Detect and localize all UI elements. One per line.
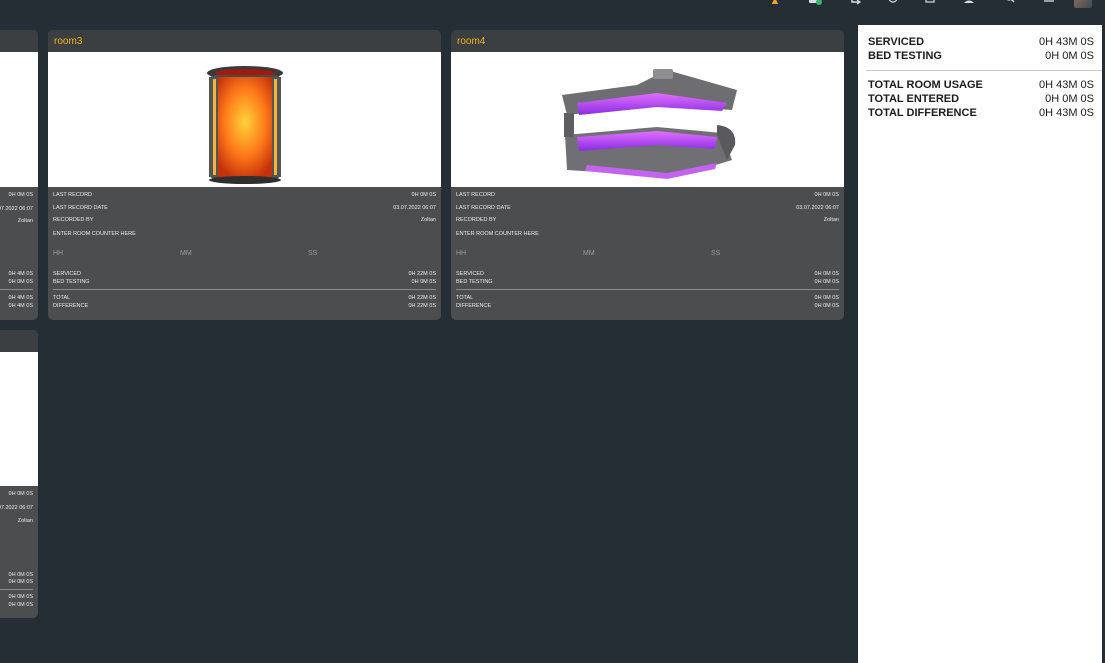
total-row: 0H 0M 0S: [8, 594, 33, 600]
calendar-icon[interactable]: [923, 0, 937, 6]
recorded-by-row: RECORDED BY Zoltan: [456, 217, 839, 223]
summary-total-difference: TOTAL DIFFERENCE 0H 43M 0S: [868, 107, 1094, 119]
divider: [456, 289, 839, 290]
total-row: 0H 4M 0S: [8, 295, 33, 301]
hours-input[interactable]: HH: [53, 250, 63, 258]
recorded-by-row: Zoltan: [17, 518, 33, 524]
recorded-by-row: Zoltan: [17, 218, 33, 224]
tanning-booth-image: [207, 66, 283, 184]
serviced-row: SERVICED 0H 0M 0S: [456, 271, 839, 277]
summary-panel: SERVICED 0H 43M 0S BED TESTING 0H 0M 0S …: [857, 25, 1102, 663]
summary-divider: [866, 70, 1102, 71]
bed-testing-row: 0H 0M 0S: [8, 279, 33, 285]
card-header: [0, 30, 38, 52]
difference-row: 0H 4M 0S: [8, 303, 33, 309]
seconds-input[interactable]: SS: [711, 250, 720, 258]
last-record-date-row: 03.07.2022 06:07: [0, 206, 33, 212]
wallet-check-icon[interactable]: [808, 0, 822, 6]
enter-counter-label: ENTER ROOM COUNTER HERE: [53, 231, 136, 237]
globe-icon[interactable]: [886, 0, 900, 6]
warning-icon[interactable]: ▲: [768, 0, 782, 6]
last-record-date-row: 03.07.2022 06:07: [0, 505, 33, 511]
divider: [53, 289, 436, 290]
last-record-row: 0H 0M 0S: [8, 491, 33, 497]
enter-counter-label: ENTER ROOM COUNTER HERE: [456, 231, 539, 237]
menu-icon[interactable]: [1042, 0, 1056, 6]
last-record-date-row: LAST RECORD DATE 03.07.2022 06:07: [456, 205, 839, 211]
bed-testing-row: 0H 0M 0S: [8, 579, 33, 585]
hours-input[interactable]: HH: [456, 250, 466, 258]
last-record-row: LAST RECORD 0H 0M 0S: [456, 192, 839, 198]
summary-bed-testing: BED TESTING 0H 0M 0S: [868, 50, 1094, 62]
total-row: TOTAL 0H 0M 0S: [456, 295, 839, 301]
user-icon[interactable]: [962, 0, 976, 6]
tanning-bed-image: [562, 69, 737, 179]
last-record-date-row: LAST RECORD DATE 03.07.2022 06:07: [53, 205, 436, 211]
room-title[interactable]: room4: [457, 36, 485, 48]
room-card-room3[interactable]: room3 LAST RECORD 0H 0M 0S LAST RECORD DA…: [48, 30, 441, 320]
divider: [0, 289, 33, 290]
card-header: [0, 330, 38, 352]
export-icon[interactable]: [849, 0, 863, 6]
room-card-partial: 0H 0M 0S 03.07.2022 06:07 Zoltan 0H 4M 0…: [0, 30, 38, 320]
bed-testing-row: BED TESTING 0H 0M 0S: [53, 279, 436, 285]
room-card-room4[interactable]: room4 LAST RECORD 0H 0M 0S LAST RECORD DA…: [451, 30, 844, 320]
seconds-input[interactable]: SS: [308, 250, 317, 258]
difference-row: DIFFERENCE 0H 22M 0S: [53, 303, 436, 309]
last-record-row: LAST RECORD 0H 0M 0S: [53, 192, 436, 198]
serviced-row: 0H 4M 0S: [8, 271, 33, 277]
room-card-partial-2: 0H 0M 0S 03.07.2022 06:07 Zoltan 0H 0M 0…: [0, 330, 38, 618]
divider: [0, 589, 33, 590]
total-row: TOTAL 0H 22M 0S: [53, 295, 436, 301]
recorded-by-row: RECORDED BY Zoltan: [53, 217, 436, 223]
card-header: room3: [48, 30, 441, 52]
room-image: [0, 52, 38, 187]
summary-total-room-usage: TOTAL ROOM USAGE 0H 43M 0S: [868, 79, 1094, 91]
top-toolbar: ▲: [0, 0, 1105, 10]
difference-row: DIFFERENCE 0H 0M 0S: [456, 303, 839, 309]
card-header: room4: [451, 30, 844, 52]
search-icon[interactable]: [1003, 0, 1017, 6]
room-image: [0, 352, 38, 486]
minutes-input[interactable]: MM: [583, 250, 595, 258]
serviced-row: SERVICED 0H 22M 0S: [53, 271, 436, 277]
last-record-row: 0H 0M 0S: [8, 192, 33, 198]
bed-testing-row: BED TESTING 0H 0M 0S: [456, 279, 839, 285]
room-image: [451, 52, 844, 187]
minutes-input[interactable]: MM: [180, 250, 192, 258]
summary-serviced: SERVICED 0H 43M 0S: [868, 36, 1094, 48]
room-image: [48, 52, 441, 187]
room-title[interactable]: room3: [54, 36, 82, 48]
summary-total-entered: TOTAL ENTERED 0H 0M 0S: [868, 93, 1094, 105]
difference-row: 0H 0M 0S: [8, 602, 33, 608]
avatar[interactable]: [1074, 0, 1092, 8]
